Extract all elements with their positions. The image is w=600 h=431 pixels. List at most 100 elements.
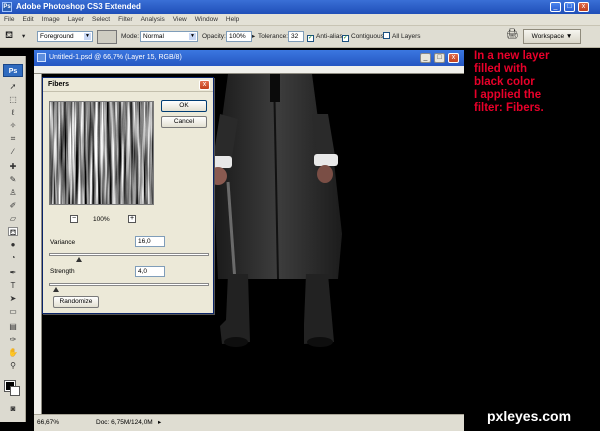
mode-label: Mode:	[121, 33, 140, 40]
zoom-out-button[interactable]: −	[70, 215, 78, 223]
menu-filter[interactable]: Filter	[114, 14, 136, 25]
crop-tool-icon[interactable]: ⌗	[8, 134, 18, 143]
fibers-preview[interactable]	[49, 101, 154, 205]
dialog-close-button[interactable]: x	[199, 80, 210, 90]
move-tool-icon[interactable]: ➚	[8, 82, 18, 91]
strength-slider-handle[interactable]	[53, 287, 60, 292]
maximize-button[interactable]: □	[564, 2, 575, 12]
quick-mask-icon[interactable]: ◙	[8, 404, 18, 413]
menu-bar: File Edit Image Layer Select Filter Anal…	[0, 14, 600, 26]
contiguous-checkbox[interactable]: ✓ Contiguous	[342, 31, 384, 42]
workspace-button[interactable]: Workspace ▼	[523, 29, 581, 44]
status-bar: 66,67% Doc: 6,75M/124,0M ▸	[34, 414, 464, 431]
tool-preset-arrow-icon[interactable]: ▾	[22, 31, 25, 42]
fill-source-select[interactable]: Foreground ▼	[37, 31, 93, 42]
mode-select[interactable]: Normal ▼	[140, 31, 198, 42]
fill-source-value: Foreground	[40, 33, 74, 40]
healing-brush-icon[interactable]: ✚	[8, 162, 18, 171]
lasso-tool-icon[interactable]: ℓ	[8, 108, 18, 117]
ok-label: OK	[179, 102, 189, 109]
paint-bucket-tool-icon[interactable]: ⛾	[8, 227, 18, 237]
opacity-arrow-icon[interactable]: ▸	[252, 31, 255, 42]
anti-alias-label: Anti-alias	[316, 33, 343, 40]
background-color-swatch[interactable]	[10, 386, 20, 396]
hand-tool-icon[interactable]: ✋	[8, 348, 18, 357]
brush-tool-icon[interactable]: ✎	[8, 175, 18, 184]
eyedropper-tool-icon[interactable]: ✑	[8, 335, 18, 344]
pattern-swatch[interactable]	[97, 30, 117, 44]
doc-close-button[interactable]: x	[448, 53, 459, 63]
photoshop-icon: Ps	[2, 2, 12, 12]
type-tool-icon[interactable]: T	[8, 281, 18, 290]
menu-analysis[interactable]: Analysis	[137, 14, 169, 25]
variance-label: Variance	[50, 239, 76, 246]
opacity-input[interactable]: 100%	[226, 31, 252, 42]
document-title: Untitled-1.psd @ 66,7% (Layer 15, RGB/8)	[49, 54, 182, 61]
slice-tool-icon[interactable]: ∕	[8, 147, 18, 156]
close-button[interactable]: x	[578, 2, 589, 12]
eraser-tool-icon[interactable]: ▱	[8, 214, 18, 223]
menu-layer[interactable]: Layer	[64, 14, 88, 25]
strength-value: 4,0	[138, 268, 148, 275]
fibers-dialog-title: Fibers	[48, 81, 70, 88]
cancel-button[interactable]: Cancel	[161, 116, 207, 128]
variance-slider[interactable]	[49, 253, 209, 262]
zoom-in-button[interactable]: +	[128, 215, 136, 223]
variance-value: 16,0	[138, 238, 151, 245]
document-title-bar: Untitled-1.psd @ 66,7% (Layer 15, RGB/8)…	[34, 50, 464, 66]
tolerance-input[interactable]: 32	[288, 31, 304, 42]
clone-stamp-icon[interactable]: ♙	[8, 188, 18, 197]
contiguous-label: Contiguous	[351, 33, 384, 40]
menu-select[interactable]: Select	[88, 14, 114, 25]
toolbox: Ps ➚ ⬚ ℓ ✧ ⌗ ∕ ✚ ✎ ♙ ✐ ▱ ⛾ ● ◔ ✒ T ➤ ▭ ▤…	[0, 56, 26, 422]
checkmark-icon: ✓	[342, 35, 349, 42]
strength-slider[interactable]	[49, 283, 209, 292]
all-layers-checkbox[interactable]: All Layers	[383, 31, 421, 42]
chevron-down-icon: ▼	[84, 33, 91, 40]
shape-tool-icon[interactable]: ▭	[8, 307, 18, 316]
ok-button[interactable]: OK	[161, 100, 207, 112]
history-brush-icon[interactable]: ✐	[8, 201, 18, 210]
tolerance-label: Tolerance:	[258, 33, 288, 40]
menu-edit[interactable]: Edit	[18, 14, 37, 25]
notes-tool-icon[interactable]: ▤	[8, 322, 18, 331]
zoom-tool-icon[interactable]: ⚲	[8, 361, 18, 370]
menu-help[interactable]: Help	[222, 14, 243, 25]
all-layers-label: All Layers	[392, 33, 421, 40]
paint-bucket-icon[interactable]: ⛾	[5, 30, 13, 41]
variance-slider-handle[interactable]	[75, 257, 82, 262]
app-title: Adobe Photoshop CS3 Extended	[16, 2, 141, 11]
menu-image[interactable]: Image	[38, 14, 64, 25]
strength-label: Strength	[50, 268, 75, 275]
photoshop-logo[interactable]: Ps	[3, 64, 23, 77]
magic-wand-tool-icon[interactable]: ✧	[8, 121, 18, 130]
menu-file[interactable]: File	[0, 14, 18, 25]
dodge-tool-icon[interactable]: ◔	[8, 253, 18, 262]
mode-value: Normal	[143, 33, 164, 40]
menu-window[interactable]: Window	[191, 14, 222, 25]
variance-input[interactable]: 16,0	[135, 236, 165, 247]
marquee-tool-icon[interactable]: ⬚	[8, 95, 18, 104]
anti-alias-checkbox[interactable]: ✓ Anti-alias	[307, 31, 343, 42]
workspace-icon[interactable]: 🖨	[506, 29, 519, 40]
status-arrow-icon[interactable]: ▸	[158, 418, 161, 426]
tolerance-value: 32	[291, 33, 299, 40]
randomize-button[interactable]: Randomize	[53, 296, 99, 308]
horizontal-ruler	[34, 66, 464, 74]
menu-view[interactable]: View	[169, 14, 191, 25]
zoom-status[interactable]: 66,67%	[37, 419, 59, 426]
doc-maximize-button[interactable]: □	[434, 53, 445, 63]
minimize-button[interactable]: _	[550, 2, 561, 12]
fibers-dialog: Fibers x OK Cancel − 100% + Variance 16,…	[42, 77, 214, 314]
path-selection-icon[interactable]: ➤	[8, 294, 18, 303]
strength-input[interactable]: 4,0	[135, 266, 165, 277]
pen-tool-icon[interactable]: ✒	[8, 268, 18, 277]
options-bar: ⛾ ▾ Foreground ▼ Mode: Normal ▼ Opacity:…	[0, 26, 600, 48]
blur-tool-icon[interactable]: ●	[8, 240, 18, 249]
workspace-label: Workspace ▼	[531, 33, 573, 40]
document-icon	[37, 53, 46, 62]
checkmark-icon: ✓	[307, 35, 314, 42]
app-title-bar: Ps Adobe Photoshop CS3 Extended _ □ x	[0, 0, 600, 14]
opacity-label: Opacity:	[202, 33, 226, 40]
doc-minimize-button[interactable]: _	[420, 53, 431, 63]
